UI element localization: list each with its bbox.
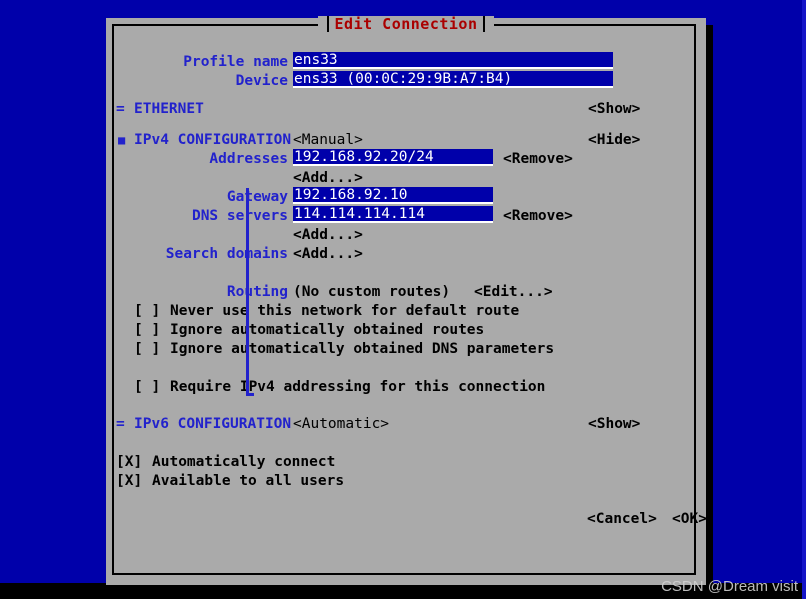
addresses-label: Addresses bbox=[209, 151, 288, 167]
addresses-remove-button[interactable]: <Remove> bbox=[503, 150, 573, 169]
watermark-text: CSDN @Dream visit bbox=[661, 578, 798, 595]
title-left-tick bbox=[326, 16, 329, 32]
search-domains-add-button[interactable]: <Add...> bbox=[293, 245, 363, 264]
addresses-input[interactable]: 192.168.92.20/24 bbox=[293, 149, 493, 166]
cancel-button[interactable]: <Cancel> bbox=[587, 510, 657, 529]
profile-name-input[interactable]: ens33 bbox=[293, 52, 613, 69]
device-label: Device bbox=[235, 73, 288, 89]
ipv4-tree-guide-line bbox=[246, 188, 249, 396]
search-domains-label: Search domains bbox=[165, 246, 288, 262]
checkbox-available-all-users-label[interactable]: Available to all users bbox=[152, 472, 344, 491]
page-title: Edit Connection bbox=[334, 14, 478, 33]
checkbox-available-all-users-box[interactable]: [X] bbox=[116, 472, 142, 491]
device-input[interactable]: ens33 (00:0C:29:9B:A7:B4) bbox=[293, 71, 613, 88]
dialog-content: Profile name ens33 Device ens33 (00:0C:2… bbox=[116, 40, 707, 570]
checkbox-ignore-dns-label[interactable]: Ignore automatically obtained DNS parame… bbox=[170, 340, 554, 359]
ipv4-tree-guide-foot bbox=[246, 393, 254, 396]
addresses-add-button[interactable]: <Add...> bbox=[293, 169, 363, 188]
dns-servers-remove-button[interactable]: <Remove> bbox=[503, 207, 573, 226]
dns-servers-input[interactable]: 114.114.114.114 bbox=[293, 206, 493, 223]
ipv6-method-select[interactable]: <Automatic> bbox=[293, 415, 389, 434]
ipv6-show-toggle[interactable]: <Show> bbox=[588, 415, 640, 434]
checkbox-ignore-routes-box[interactable]: [ ] bbox=[134, 321, 160, 340]
checkbox-never-default-route-box[interactable]: [ ] bbox=[134, 302, 160, 321]
ipv6-section-marker: = bbox=[116, 416, 125, 432]
checkbox-require-ipv4-label[interactable]: Require IPv4 addressing for this connect… bbox=[170, 378, 545, 397]
ethernet-section-label: ETHERNET bbox=[134, 101, 204, 117]
checkbox-never-default-route-label[interactable]: Never use this network for default route bbox=[170, 302, 519, 321]
routing-edit-button[interactable]: <Edit...> bbox=[474, 283, 553, 302]
ipv4-section-marker: ■ bbox=[118, 133, 126, 147]
routing-value: (No custom routes) bbox=[293, 284, 451, 300]
routing-label: Routing bbox=[226, 284, 288, 300]
ipv4-hide-toggle[interactable]: <Hide> bbox=[588, 131, 640, 150]
ok-button[interactable]: <OK> bbox=[672, 510, 707, 529]
ethernet-show-toggle[interactable]: <Show> bbox=[588, 100, 640, 119]
terminal-screen: Edit Connection Profile name ens33 Devic… bbox=[0, 0, 806, 599]
ethernet-section-marker: = bbox=[116, 101, 125, 117]
ipv6-section-label: IPv6 CONFIGURATION bbox=[134, 416, 292, 432]
dialog-title-bar: Edit Connection bbox=[318, 14, 494, 34]
dns-servers-label: DNS servers bbox=[191, 208, 288, 224]
ipv4-section-label: IPv4 CONFIGURATION bbox=[134, 132, 292, 148]
checkbox-ignore-routes-label[interactable]: Ignore automatically obtained routes bbox=[170, 321, 484, 340]
checkbox-auto-connect-label[interactable]: Automatically connect bbox=[152, 453, 335, 472]
title-right-tick bbox=[483, 16, 486, 32]
profile-name-label: Profile name bbox=[183, 54, 288, 70]
gateway-label: Gateway bbox=[226, 189, 288, 205]
terminal-right-edge bbox=[802, 0, 806, 599]
dns-servers-add-button[interactable]: <Add...> bbox=[293, 226, 363, 245]
gateway-input[interactable]: 192.168.92.10 bbox=[293, 187, 493, 204]
checkbox-require-ipv4-box[interactable]: [ ] bbox=[134, 378, 160, 397]
ipv4-method-select[interactable]: <Manual> bbox=[293, 131, 363, 150]
checkbox-auto-connect-box[interactable]: [X] bbox=[116, 453, 142, 472]
checkbox-ignore-dns-box[interactable]: [ ] bbox=[134, 340, 160, 359]
